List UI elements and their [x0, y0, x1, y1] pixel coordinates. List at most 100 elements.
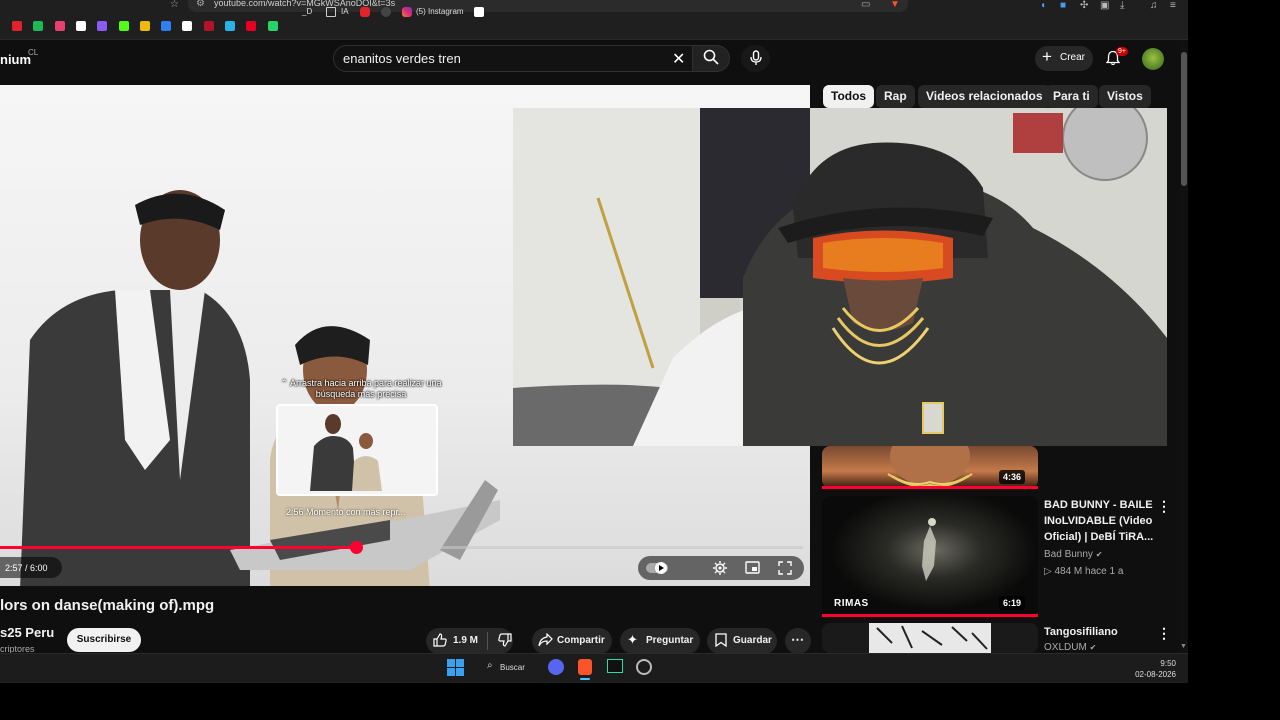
search-input[interactable]: enanitos verdes tren [343, 51, 461, 66]
recommendation-1-duration: 4:36 [999, 470, 1026, 484]
site-settings-icon[interactable]: ⚙ [196, 0, 205, 9]
subscribe-button[interactable]: Suscribirse [67, 628, 141, 652]
chip-2[interactable]: Videos relacionados [918, 85, 1051, 108]
like-count[interactable]: 1.9 M [453, 635, 478, 646]
browser-menu-icon[interactable]: ≡ [1170, 0, 1176, 11]
extensions-puzzle-icon[interactable]: ✣ [1080, 0, 1088, 11]
timeline-preview-thumbnail [276, 404, 438, 496]
obs-icon[interactable] [636, 659, 652, 675]
autoplay-toggle-icon[interactable] [646, 561, 668, 575]
extension-1-icon[interactable]: ◖ [1040, 0, 1046, 11]
discord-icon[interactable] [548, 659, 564, 675]
scroll-down-arrow-icon[interactable]: ▼ [1180, 643, 1187, 650]
brave-browser-icon[interactable] [578, 659, 592, 675]
bookmark-cyan-icon[interactable] [225, 21, 235, 31]
more-horizontal-icon: ⋯ [791, 632, 804, 647]
progress-scrubber-handle[interactable] [350, 541, 363, 554]
fullscreen-icon[interactable] [778, 561, 792, 575]
youtube-logo-country: CL [28, 48, 39, 57]
clear-search-icon[interactable]: ✕ [672, 49, 685, 69]
taskbar-search-label[interactable]: Buscar [500, 663, 525, 672]
share-label: Compartir [557, 635, 605, 646]
bookmark-ia-label[interactable]: IA [341, 7, 349, 16]
recommendation-1-watched-bar [822, 486, 1038, 489]
dislike-thumb-down-icon[interactable] [498, 633, 512, 647]
windows-start-icon[interactable] [447, 659, 464, 676]
extension-2-icon[interactable]: ■ [1060, 0, 1066, 11]
preview-frame-image [278, 406, 436, 494]
screen-share-icon[interactable]: ▭ [861, 0, 870, 10]
recommendation-2-channel[interactable]: Bad Bunny ✔ [1044, 549, 1102, 560]
taskbar-clock[interactable]: 9:50 02-08-2026 [1120, 658, 1176, 680]
brave-shield-icon[interactable]: ▼ [890, 0, 900, 10]
recommendation-3-title[interactable]: Tangosifiliano [1044, 624, 1156, 640]
folder-icon[interactable] [326, 7, 336, 17]
media-controls-icon[interactable]: ♫ [1150, 0, 1158, 11]
bookmark-white-icon[interactable] [182, 21, 193, 31]
extension-3-icon[interactable]: ▣ [1100, 0, 1109, 11]
chip-0[interactable]: Todos [823, 85, 875, 108]
instagram-icon[interactable] [402, 7, 412, 17]
bookmark-gray-icon[interactable] [381, 7, 391, 17]
bookmark-star-icon[interactable]: ☆ [170, 0, 179, 10]
chip-1[interactable]: Rap [876, 85, 915, 108]
clock-date: 02-08-2026 [1135, 670, 1176, 679]
kick-icon[interactable] [118, 21, 129, 31]
thumbnail-3-image [869, 623, 991, 653]
recommendation-2-title[interactable]: BAD BUNNY - BAILE INoLVIDABLE (Video Ofi… [1044, 497, 1156, 545]
account-avatar[interactable] [1142, 48, 1164, 70]
theater-mode-icon[interactable] [745, 561, 760, 574]
chip-3[interactable]: Para ti [1045, 85, 1098, 108]
active-app-indicator [580, 678, 590, 680]
search-icon [703, 49, 719, 65]
plus-icon: + [1042, 47, 1052, 66]
recommendation-3-more-icon[interactable]: ⋮ [1157, 625, 1171, 642]
chatgpt-icon[interactable] [474, 7, 484, 17]
recommendation-3-channel-name: OXLDUM [1044, 642, 1087, 653]
webcam-feed-image [513, 108, 1167, 446]
youtube-bookmark-icon[interactable] [360, 7, 370, 17]
bookmark-instagram-label[interactable]: (5) Instagram [416, 7, 464, 16]
downloads-icon[interactable]: ⤓ [1120, 0, 1124, 11]
recommendation-2-channel-name: Bad Bunny [1044, 549, 1093, 560]
video-title: lors on danse(making of).mpg [0, 597, 215, 614]
verified-check-icon: ✔ [1095, 550, 1103, 559]
youtube-logo-text[interactable]: nium [0, 52, 31, 67]
webcam-overlay [513, 108, 1167, 446]
search-hint-label: Arrastra hacia arriba para realizar una … [289, 378, 442, 399]
bookmark-blue-icon[interactable] [161, 21, 172, 31]
verified-check-icon: ✔ [1089, 643, 1097, 652]
x-icon[interactable] [75, 21, 86, 31]
recommendation-3-channel[interactable]: OXLDUM ✔ [1044, 642, 1096, 653]
chip-4[interactable]: Vistos [1099, 85, 1151, 108]
spotify-icon[interactable] [33, 21, 44, 31]
binance-icon[interactable] [139, 21, 150, 31]
bookmark-purple-icon[interactable] [97, 21, 108, 31]
settings-gear-icon[interactable] [713, 561, 727, 575]
like-thumb-up-icon[interactable] [433, 633, 447, 647]
notification-count-badge: 9+ [1116, 47, 1128, 56]
share-arrow-icon [538, 633, 553, 647]
recommendation-2-meta: ▷ 484 M hace 1 a [1044, 566, 1124, 577]
recommendation-thumbnail-3[interactable] [822, 623, 1038, 653]
microphone-icon [750, 50, 762, 65]
taskbar-search-icon[interactable]: ⌕ [487, 660, 493, 671]
terminal-icon[interactable] [607, 659, 623, 673]
channel-name[interactable]: s25 Peru [0, 625, 54, 640]
pinterest-icon[interactable] [246, 21, 257, 31]
sparkle-icon: ✦ [627, 632, 638, 647]
whatsapp-icon[interactable] [267, 21, 278, 31]
bookmark-red-icon[interactable] [12, 21, 22, 31]
bookmark-darkred-icon[interactable] [203, 21, 214, 31]
browser-window: ☆ ⚙ youtube.com/watch?v=MGkWSAnoDOI&t=3s… [0, 0, 1188, 683]
bookmark-pink-icon[interactable] [54, 21, 65, 31]
bookmark-d-label[interactable]: _D [302, 7, 312, 16]
recommendation-2-channel-overlay: RIMAS [834, 598, 869, 609]
save-bookmark-icon [715, 633, 727, 647]
preview-timestamp-label: 2:56 Momento con más repr... [286, 507, 406, 517]
clock-time: 9:50 [1160, 659, 1176, 668]
captions-icon[interactable]: ▤ [682, 561, 693, 575]
ask-label: Preguntar [646, 635, 694, 646]
scrollbar-thumb[interactable] [1181, 52, 1187, 186]
recommendation-2-more-icon[interactable]: ⋮ [1157, 498, 1171, 515]
